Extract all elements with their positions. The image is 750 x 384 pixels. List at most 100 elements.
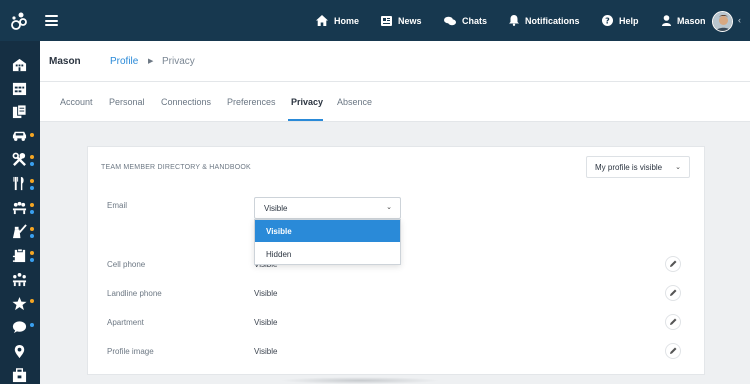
nav-help-label: Help xyxy=(619,15,639,26)
apartment-label: Apartment xyxy=(107,318,144,327)
pencil-icon xyxy=(670,289,677,296)
briefcase-icon xyxy=(12,368,27,383)
nav-home[interactable]: Home xyxy=(316,0,359,41)
profile-image-label: Profile image xyxy=(107,347,154,356)
email-visibility-value: Visible xyxy=(264,204,288,213)
profile-image-value: Visible xyxy=(254,347,278,356)
nav-notifications-label: Notifications xyxy=(525,15,580,26)
landline-phone-label: Landline phone xyxy=(107,289,162,298)
sidebar-item-dining[interactable] xyxy=(12,176,34,192)
status-dot xyxy=(30,210,34,214)
help-icon: ? xyxy=(602,15,613,26)
scroll-shadow xyxy=(280,377,440,384)
email-visibility-dropdown: Visible Hidden xyxy=(254,219,401,265)
calendar-icon xyxy=(12,82,27,96)
privacy-card: TEAM MEMBER DIRECTORY & HANDBOOK My prof… xyxy=(87,146,705,375)
sidebar-item-favorites[interactable] xyxy=(12,296,34,312)
nav-home-label: Home xyxy=(334,15,360,26)
sidebar-item-briefcase[interactable] xyxy=(12,368,28,384)
tab-preferences[interactable]: Preferences xyxy=(227,97,276,107)
sidebar-item-clipboard[interactable] xyxy=(12,248,34,264)
breadcrumb-separator-icon: ▶ xyxy=(148,58,154,65)
comment-icon xyxy=(12,321,27,334)
status-dot xyxy=(30,179,34,183)
nav-chats-label: Chats xyxy=(462,15,488,26)
group-icon xyxy=(12,201,27,215)
status-dot xyxy=(30,323,34,327)
sidebar-item-building[interactable] xyxy=(12,57,28,73)
card-title: TEAM MEMBER DIRECTORY & HANDBOOK xyxy=(101,164,251,171)
apartment-value: Visible xyxy=(254,318,278,327)
tab-privacy[interactable]: Privacy xyxy=(291,97,323,107)
breadcrumb-profile-link[interactable]: Profile xyxy=(110,56,138,67)
top-bar: Home News Chats Notifications ? Help Mas… xyxy=(0,0,750,41)
tab-connections[interactable]: Connections xyxy=(161,97,211,107)
sidebar-item-documents[interactable] xyxy=(12,104,28,120)
chat-icon xyxy=(444,16,456,25)
page-owner-name: Mason xyxy=(49,56,81,67)
sidebar-item-team[interactable] xyxy=(12,272,28,288)
building-icon xyxy=(12,58,27,72)
user-icon xyxy=(662,15,671,26)
sidebar xyxy=(0,41,40,384)
pencil-icon xyxy=(670,347,677,354)
edit-cell-phone-button[interactable] xyxy=(665,256,681,272)
status-dot xyxy=(30,234,34,238)
page-header: Mason Profile ▶ Privacy xyxy=(40,41,750,82)
nav-chats[interactable]: Chats xyxy=(444,0,487,41)
collapse-chevron-icon[interactable]: ‹ xyxy=(738,15,741,25)
news-icon xyxy=(381,15,392,26)
edit-landline-phone-button[interactable] xyxy=(665,285,681,301)
avatar[interactable] xyxy=(712,11,733,32)
edit-profile-image-button[interactable] xyxy=(665,343,681,359)
profile-visibility-value: My profile is visible xyxy=(595,163,663,172)
nav-user-label: Mason xyxy=(677,15,706,26)
status-dot xyxy=(30,186,34,190)
email-visibility-select[interactable]: Visible ⌄ xyxy=(254,197,401,219)
status-dot xyxy=(30,299,34,303)
status-dot xyxy=(30,227,34,231)
nav-user[interactable]: Mason xyxy=(662,0,706,41)
sidebar-item-calendar[interactable] xyxy=(12,81,28,97)
home-icon xyxy=(316,15,328,26)
tab-account[interactable]: Account xyxy=(60,97,93,107)
pencil-icon xyxy=(670,318,677,325)
status-dot xyxy=(30,133,34,137)
sidebar-item-tools[interactable] xyxy=(12,152,34,168)
chevron-down-icon: ⌄ xyxy=(386,204,392,211)
dropdown-option-hidden[interactable]: Hidden xyxy=(255,243,400,265)
tab-absence[interactable]: Absence xyxy=(337,97,372,107)
edit-apartment-button[interactable] xyxy=(665,314,681,330)
profile-tabs: Account Personal Connections Preferences… xyxy=(40,82,750,122)
status-dot xyxy=(30,155,34,159)
utensils-icon xyxy=(13,176,24,191)
sidebar-item-messages[interactable] xyxy=(12,320,34,336)
chevron-down-icon: ⌄ xyxy=(675,164,681,171)
breadcrumb-current: Privacy xyxy=(162,56,195,67)
status-dot xyxy=(30,251,34,255)
dropdown-option-visible[interactable]: Visible xyxy=(255,220,400,242)
svg-text:?: ? xyxy=(605,16,610,25)
active-tab-indicator xyxy=(288,119,323,121)
sidebar-item-cleaning[interactable] xyxy=(12,224,34,240)
nav-notifications[interactable]: Notifications xyxy=(509,0,580,41)
pencil-icon xyxy=(670,260,677,267)
clipboard-icon xyxy=(12,248,26,263)
tools-icon xyxy=(12,152,26,166)
sidebar-item-car[interactable] xyxy=(12,128,34,144)
logo-icon[interactable] xyxy=(8,10,30,32)
status-dot xyxy=(30,258,34,262)
profile-visibility-select[interactable]: My profile is visible ⌄ xyxy=(586,156,690,178)
nav-help[interactable]: ? Help xyxy=(602,0,639,41)
tab-personal[interactable]: Personal xyxy=(109,97,145,107)
landline-phone-value: Visible xyxy=(254,289,278,298)
sidebar-item-group[interactable] xyxy=(12,200,34,216)
email-label: Email xyxy=(107,201,128,210)
sidebar-item-location[interactable] xyxy=(12,344,28,360)
menu-toggle-icon[interactable] xyxy=(45,15,58,26)
nav-news[interactable]: News xyxy=(381,0,422,41)
nav-news-label: News xyxy=(398,15,422,26)
bell-icon xyxy=(509,15,519,26)
cell-phone-label: Cell phone xyxy=(107,260,146,269)
location-icon xyxy=(14,344,25,359)
